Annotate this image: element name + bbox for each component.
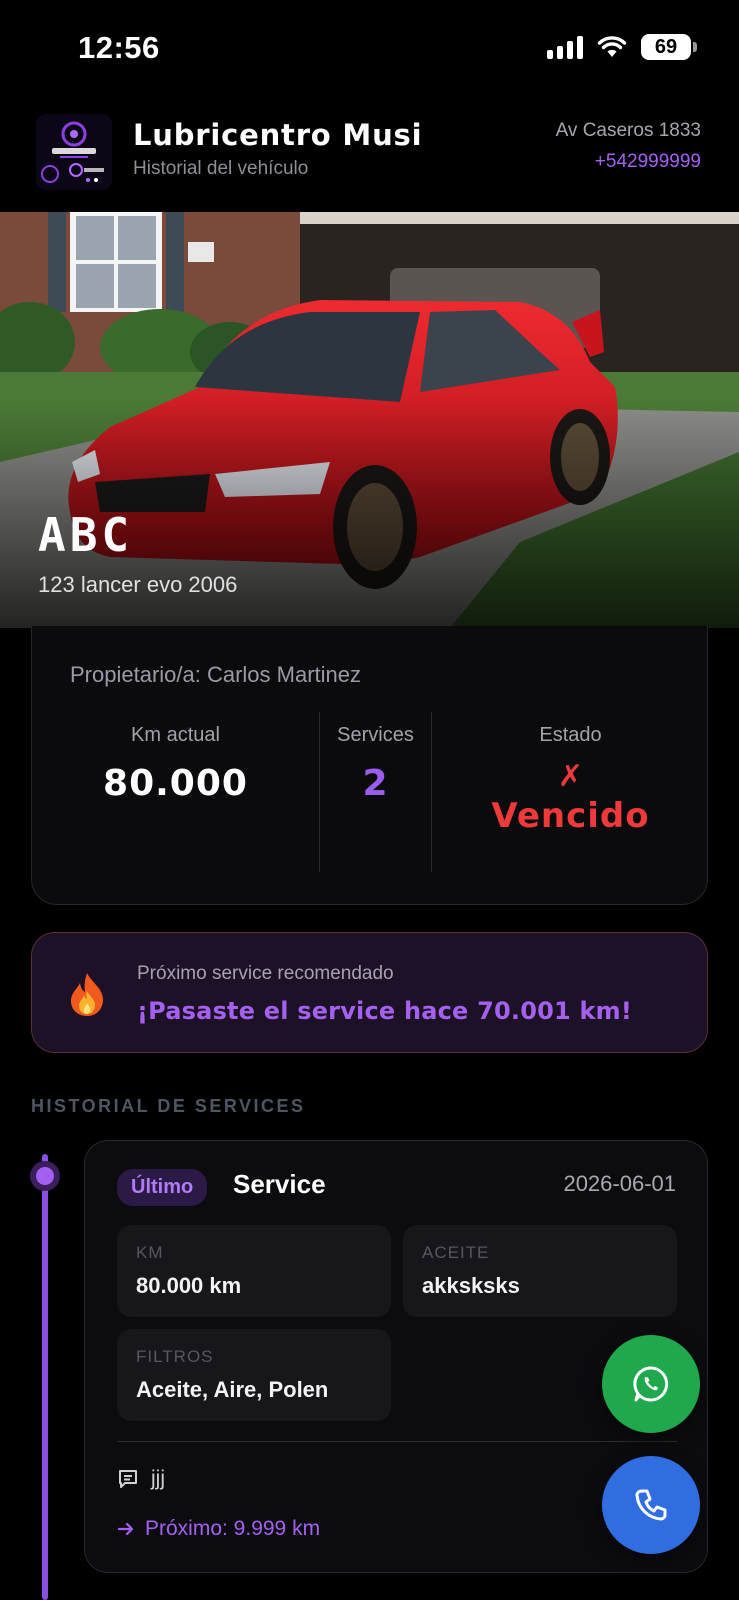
service-note-text: jjj <box>151 1467 165 1490</box>
latest-badge: Último <box>117 1169 208 1206</box>
km-value: 80.000 <box>103 763 248 804</box>
contact-block: Av Caseros 1833 +542999999 <box>556 120 701 173</box>
page-subtitle: Historial del vehículo <box>133 158 309 179</box>
aceite-tile: ACEITE akksksks <box>403 1225 677 1317</box>
km-tile-label: KM <box>136 1243 164 1262</box>
service-note: jjj <box>117 1467 165 1491</box>
battery-icon: 69 <box>641 34 697 60</box>
alert-message: ¡Pasaste el service hace 70.001 km! <box>137 997 632 1025</box>
shop-address: Av Caseros 1833 <box>555 120 701 141</box>
brand-name: Lubricentro Musi <box>133 118 423 152</box>
arrow-right-icon <box>117 1522 134 1536</box>
estado-value: Vencido <box>491 796 650 836</box>
estado-label: Estado <box>539 724 602 746</box>
vehicle-photo <box>0 212 739 628</box>
shop-phone-link[interactable]: +542999999 <box>556 151 701 173</box>
whatsapp-button[interactable] <box>602 1335 700 1433</box>
filtros-tile: FILTROS Aceite, Aire, Polen <box>117 1329 391 1421</box>
wifi-icon <box>597 36 627 57</box>
services-value: 2 <box>362 763 389 804</box>
km-tile-value: 80.000 km <box>136 1273 242 1298</box>
next-service: Próximo: 9.999 km <box>117 1517 320 1541</box>
signal-icon <box>547 35 583 59</box>
vehicle-model: 123 lancer evo 2006 <box>38 572 238 597</box>
filtros-tile-label: FILTROS <box>136 1347 214 1366</box>
aceite-tile-label: ACEITE <box>422 1243 490 1262</box>
history-section-title: HISTORIAL DE SERVICES <box>31 1096 306 1116</box>
taller-logo-icon <box>36 114 112 190</box>
whatsapp-icon <box>633 1366 669 1402</box>
vehicle-history-page: 12:56 69 Lubricentro Musi Historial del … <box>0 0 739 1600</box>
app-header: Lubricentro Musi Historial del vehículo … <box>0 108 739 198</box>
stat-estado: Estado ✗ Vencido <box>432 712 709 872</box>
cross-icon: ✗ <box>557 760 584 793</box>
km-label: Km actual <box>131 724 220 746</box>
status-icons: 69 <box>547 34 697 60</box>
brand-block: Lubricentro Musi Historial del vehículo <box>133 118 422 180</box>
vehicle-hero: ABC 123 lancer evo 2006 <box>0 212 739 628</box>
comment-icon <box>119 1470 137 1488</box>
timeline-dot <box>30 1161 60 1191</box>
next-service-text: Próximo: 9.999 km <box>145 1517 321 1540</box>
service-title: Service <box>233 1169 326 1199</box>
call-button[interactable] <box>602 1456 700 1554</box>
card-divider <box>117 1441 677 1442</box>
timeline-line <box>42 1154 48 1600</box>
km-tile: KM 80.000 km <box>117 1225 391 1317</box>
owner-name: Propietario/a: Carlos Martinez <box>70 662 362 687</box>
stat-services: Services 2 <box>319 712 432 872</box>
vehicle-info-card: Propietario/a: Carlos Martinez Km actual… <box>31 626 708 905</box>
vehicle-plate: ABC <box>38 508 134 562</box>
battery-level: 69 <box>654 35 678 58</box>
phone-icon <box>635 1489 667 1521</box>
next-service-alert: Próximo service recomendado ¡Pasaste el … <box>31 932 708 1053</box>
status-bar: 12:56 69 <box>0 0 739 100</box>
aceite-tile-value: akksksks <box>422 1273 520 1298</box>
stat-km: Km actual 80.000 <box>32 712 319 872</box>
alert-title: Próximo service recomendado <box>137 963 394 984</box>
service-date: 2026-06-01 <box>563 1171 676 1196</box>
status-time: 12:56 <box>78 30 160 65</box>
fire-icon <box>71 973 104 1016</box>
filtros-tile-value: Aceite, Aire, Polen <box>136 1377 329 1402</box>
services-label: Services <box>337 724 414 746</box>
